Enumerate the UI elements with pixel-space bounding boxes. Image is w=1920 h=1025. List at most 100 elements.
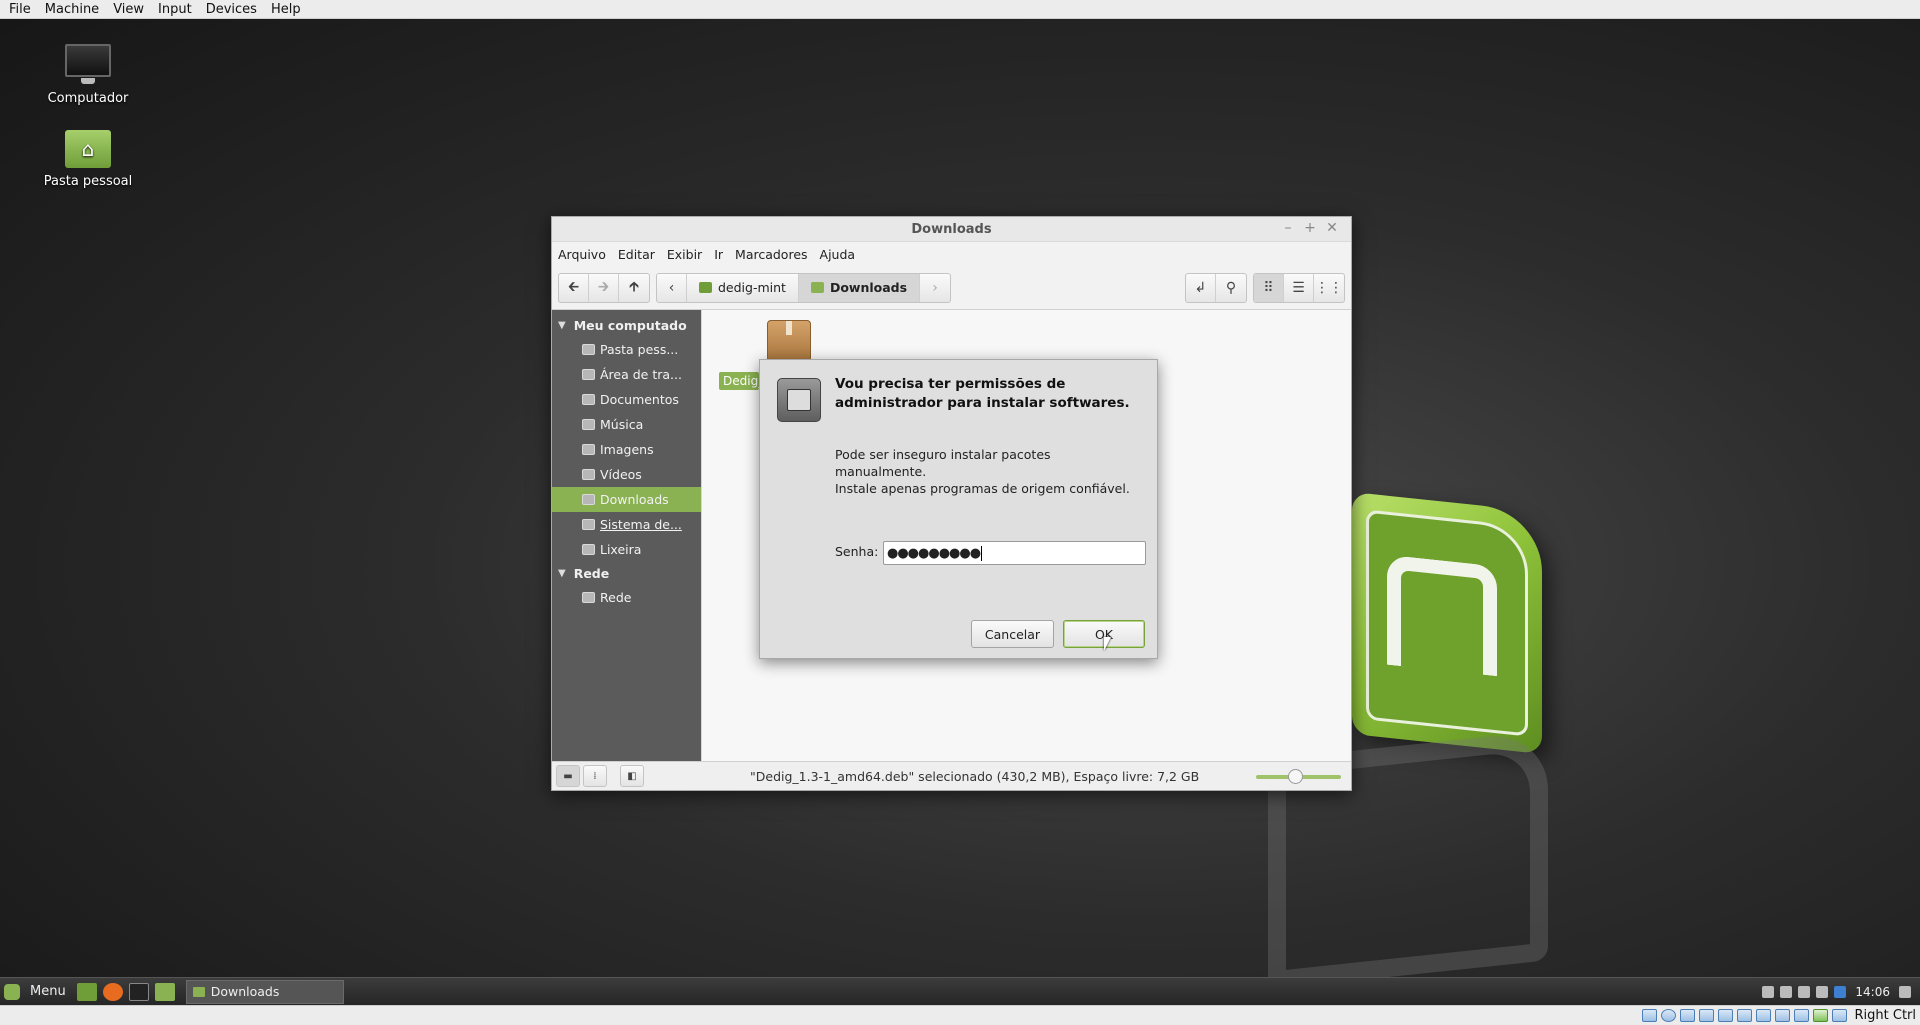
sidebar-hide-icon[interactable]: ◧ [620,765,644,787]
sidebar-item-network[interactable]: Rede [552,585,701,610]
start-menu-button[interactable]: Menu [0,983,74,1000]
user-icon[interactable] [1762,985,1775,998]
desktop-icon-home[interactable]: ⌂ Pasta pessoal [33,130,143,189]
sidebar-item-label: Pasta pess... [600,342,679,357]
terminal-icon[interactable] [128,982,149,1001]
breadcrumb-downloads[interactable]: Downloads [798,273,921,302]
places-toggle-icon[interactable]: ▬ [556,765,580,787]
section-title: Rede [573,566,610,581]
host-menu-input[interactable]: Input [151,2,199,17]
host-key-label: Right Ctrl [1854,1008,1917,1023]
network-icon [582,592,595,603]
menu-marcadores[interactable]: Marcadores [735,247,808,262]
hdd-indicator-icon[interactable] [1641,1009,1657,1022]
task-label: Downloads [210,984,280,999]
expand-triangle-icon: ▼ [558,320,566,331]
zoom-slider-handle[interactable] [1287,769,1303,784]
sidebar-item-filesystem[interactable]: Sistema de... [552,512,701,537]
sidebar-item-desktop[interactable]: Área de tra... [552,362,701,387]
sidebar-item-music[interactable]: Música [552,412,701,437]
cpu-indicator-icon[interactable] [1793,1009,1809,1022]
host-menu-view[interactable]: View [106,2,151,17]
sidebar-item-label: Imagens [600,442,654,457]
files-icon[interactable] [154,982,175,1001]
show-desktop-icon[interactable] [76,982,97,1001]
sidebar-item-label: Rede [600,590,632,605]
sidebar-section-computer[interactable]: ▼ Meu computado [552,314,701,337]
sidebar-item-pictures[interactable]: Imagens [552,437,701,462]
zoom-slider[interactable] [1256,769,1341,784]
host-menu-help[interactable]: Help [264,2,308,17]
home-folder-icon [699,282,712,293]
display-indicator-icon[interactable] [1755,1009,1771,1022]
minimize-icon[interactable]: – [1277,220,1299,236]
optical-indicator-icon[interactable] [1660,1009,1676,1022]
host-menu-file[interactable]: File [0,2,38,17]
section-title: Meu computado [573,318,687,333]
breadcrumb-left-icon[interactable]: ‹ [657,273,687,302]
menu-exibir[interactable]: Exibir [667,247,702,262]
maximize-icon[interactable]: + [1299,220,1321,236]
compact-view-icon[interactable]: ⋮⋮ [1314,274,1344,302]
breadcrumb-home[interactable]: dedig-mint [687,273,799,302]
menu-ajuda[interactable]: Ajuda [820,247,856,262]
close-icon[interactable]: ✕ [1321,220,1343,236]
volume-icon[interactable] [1798,985,1811,998]
package-icon[interactable] [767,320,811,362]
back-arrow-icon[interactable]: 🡰 [559,273,589,302]
network-indicator-icon[interactable] [1698,1009,1714,1022]
password-mask: ●●●●●●●●● [887,545,981,561]
app-menubar: Arquivo Editar Exibir Ir Marcadores Ajud… [552,242,1351,266]
taskbar: Menu Downloads 14:06 [0,977,1920,1005]
usb-indicator-icon[interactable] [1717,1009,1733,1022]
sidebar-section-network[interactable]: ▼ Rede [552,562,701,585]
mouse-integration-icon[interactable] [1812,1009,1828,1022]
sidebar-item-home[interactable]: Pasta pess... [552,337,701,362]
mouse-cursor-icon [1104,637,1111,651]
sidebar-item-videos[interactable]: Vídeos [552,462,701,487]
tree-toggle-icon[interactable]: ⁞ [583,765,607,787]
taskbar-window-downloads[interactable]: Downloads [185,979,344,1004]
sidebar-item-label: Downloads [600,492,669,507]
sidebar-item-downloads[interactable]: Downloads [552,487,701,512]
shared-folder-indicator-icon[interactable] [1736,1009,1752,1022]
capture-indicator-icon[interactable] [1774,1009,1790,1022]
menu-arquivo[interactable]: Arquivo [558,247,606,262]
window-titlebar[interactable]: Downloads – + ✕ [552,217,1351,242]
clock[interactable]: 14:06 [1855,985,1890,999]
sidebar-item-trash[interactable]: Lixeira [552,537,701,562]
clipboard-icon[interactable] [1816,985,1829,998]
documents-folder-icon [582,394,595,405]
keyboard-capture-icon[interactable] [1831,1009,1847,1022]
password-field[interactable]: ●●●●●●●●● [883,541,1146,565]
network-icon[interactable] [1780,985,1793,998]
host-menu-devices[interactable]: Devices [199,2,264,17]
system-tray: 14:06 [1759,985,1920,999]
host-statusbar: Right Ctrl [0,1005,1920,1025]
up-arrow-icon[interactable]: 🡱 [619,274,649,302]
audio-indicator-icon[interactable] [1679,1009,1695,1022]
sidebar-item-label: Área de tra... [600,367,682,382]
list-view-icon[interactable]: ☰ [1284,273,1314,302]
icon-view-icon[interactable]: ⠿ [1254,273,1284,302]
file-label[interactable]: Dedig_1.3-1_amd64.deb [719,372,759,390]
shield-icon[interactable] [1834,985,1847,998]
location-toggle-icon[interactable]: ↲ [1186,273,1216,302]
firefox-icon[interactable] [102,982,123,1001]
videos-folder-icon [582,469,595,480]
menu-ir[interactable]: Ir [714,247,723,262]
forward-arrow-icon[interactable]: 🡲 [589,273,619,302]
dialog-message-line: Instale apenas programas de origem confi… [835,481,1130,496]
breadcrumb-right-icon[interactable]: › [920,274,950,302]
show-desktop-icon[interactable] [1899,985,1911,998]
menu-editar[interactable]: Editar [618,247,655,262]
sidebar-item-documents[interactable]: Documentos [552,387,701,412]
breadcrumb-label: dedig-mint [718,280,786,295]
search-icon[interactable]: ⚲ [1216,274,1246,302]
dialog-heading: Vou precisa ter permissões de administra… [835,376,1130,411]
host-menu-machine[interactable]: Machine [38,2,106,17]
cancel-button[interactable]: Cancelar [971,620,1054,648]
dialog-message: Pode ser inseguro instalar pacotes manua… [835,446,1135,497]
toolbar: 🡰 🡲 🡱 ‹ dedig-mint Downloads › ↲ ⚲ ⠿ ☰ ⋮… [552,266,1351,310]
desktop-icon-computer[interactable]: Computador [33,44,143,106]
